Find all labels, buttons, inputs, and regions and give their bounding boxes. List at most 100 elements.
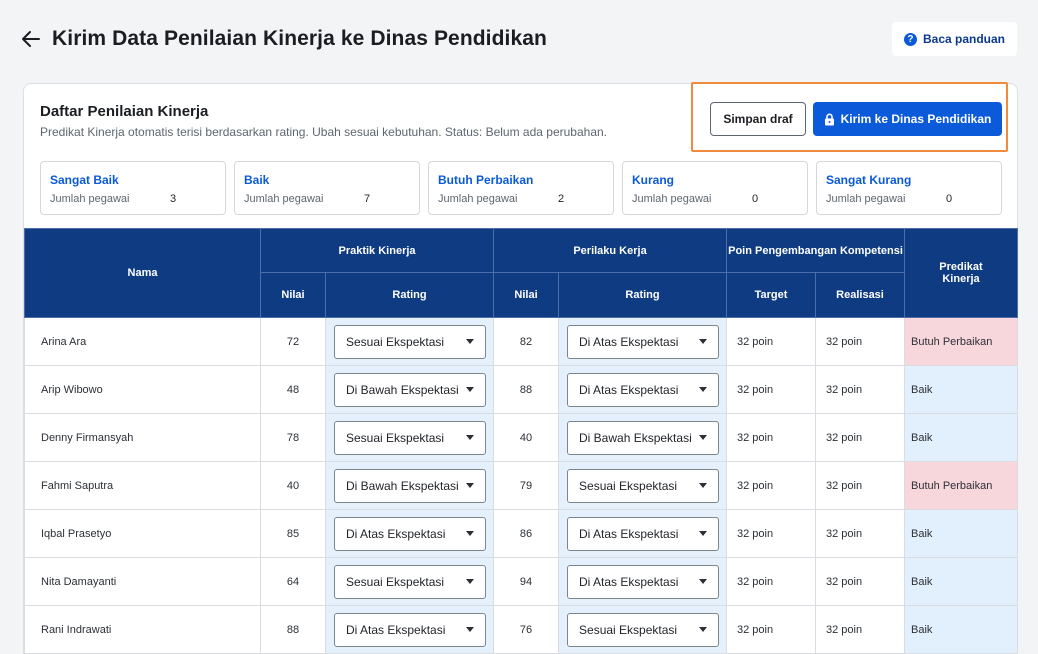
arrow-left-icon (22, 31, 40, 47)
page-title: Kirim Data Penilaian Kinerja ke Dinas Pe… (52, 27, 547, 50)
nilai-perilaku: 94 (493, 557, 560, 606)
read-guide-button[interactable]: ? Baca panduan (892, 22, 1017, 56)
summary-count: 0 (752, 193, 759, 205)
rating-praktik-select[interactable]: Di Bawah Ekspektasi (334, 372, 486, 407)
rating-praktik-select[interactable]: Sesuai Ekspektasi (334, 564, 486, 599)
poin-target: 32 poin (726, 461, 817, 510)
chevron-down-icon (466, 531, 474, 536)
nilai-perilaku: 82 (493, 317, 560, 366)
chevron-down-icon (466, 387, 474, 392)
table-row: Arip Wibowo 48 Di Bawah Ekspektasi 88 Di Ata… (24, 365, 1019, 414)
rating-praktik-value: Sesuai Ekspektasi (346, 430, 445, 445)
rating-praktik-select[interactable]: Di Bawah Ekspektasi (334, 468, 486, 503)
nilai-perilaku: 88 (493, 365, 560, 414)
employee-name: Nita Damayanti (24, 557, 261, 606)
rating-perilaku-value: Di Atas Ekspektasi (579, 334, 679, 349)
table-body: Arina Ara 72 Sesuai Ekspektasi 82 Di Atas Ek… (24, 317, 1019, 654)
nilai-praktik: 72 (260, 317, 326, 366)
summary-count: 0 (946, 193, 953, 205)
rating-praktik-value: Di Atas Ekspektasi (346, 622, 446, 637)
poin-target: 32 poin (726, 557, 817, 606)
rating-praktik-value: Sesuai Ekspektasi (346, 334, 445, 349)
save-draft-button[interactable]: Simpan draf (710, 102, 806, 136)
predikat-kinerja: Baik (904, 605, 1019, 654)
col-realisasi: Realisasi (815, 272, 906, 318)
poin-target: 32 poin (726, 365, 817, 414)
employee-name: Denny Firmansyah (24, 413, 261, 462)
send-to-dinas-button[interactable]: Kirim ke Dinas Pendidikan (813, 102, 1002, 136)
col-target: Target (726, 272, 817, 318)
rating-perilaku-select[interactable]: Di Bawah Ekspektasi (567, 420, 720, 455)
nilai-perilaku: 79 (493, 461, 560, 510)
rating-perilaku-value: Sesuai Ekspektasi (579, 478, 678, 493)
rating-perilaku-select[interactable]: Di Atas Ekspektasi (567, 372, 720, 407)
chevron-down-icon (699, 627, 708, 632)
rating-perilaku-select[interactable]: Sesuai Ekspektasi (567, 468, 720, 503)
table-row: Arina Ara 72 Sesuai Ekspektasi 82 Di Atas Ek… (24, 317, 1019, 366)
summary-label: Sangat Baik (50, 173, 119, 187)
rating-perilaku-cell: Di Atas Ekspektasi (558, 557, 728, 606)
rating-praktik-value: Di Bawah Ekspektasi (346, 382, 459, 397)
col-praktik-kinerja: Praktik Kinerja (259, 228, 495, 273)
rating-perilaku-cell: Sesuai Ekspektasi (558, 605, 728, 654)
nilai-perilaku: 86 (493, 509, 560, 558)
back-button[interactable] (18, 26, 44, 52)
summary-count: 7 (364, 193, 371, 205)
rating-praktik-value: Sesuai Ekspektasi (346, 574, 445, 589)
rating-praktik-select[interactable]: Sesuai Ekspektasi (334, 324, 486, 359)
table-row: Denny Firmansyah 78 Sesuai Ekspektasi 40 Di … (24, 413, 1019, 462)
summary-caption: Jumlah pegawai (438, 193, 518, 205)
employee-name: Arina Ara (24, 317, 261, 366)
rating-perilaku-cell: Di Atas Ekspektasi (558, 317, 728, 366)
predikat-kinerja: Baik (904, 509, 1019, 558)
summary-caption: Jumlah pegawai (632, 193, 712, 205)
col-rating-perilaku: Rating (558, 272, 728, 318)
rating-perilaku-select[interactable]: Di Atas Ekspektasi (567, 516, 720, 551)
employee-name: Iqbal Prasetyo (24, 509, 261, 558)
rating-perilaku-cell: Di Atas Ekspektasi (558, 509, 728, 558)
rating-perilaku-cell: Sesuai Ekspektasi (558, 461, 728, 510)
nilai-praktik: 78 (260, 413, 326, 462)
rating-praktik-select[interactable]: Di Atas Ekspektasi (334, 612, 486, 647)
performance-table-wrapper: Nama Praktik Kinerja Perilaku Kerja Poin… (24, 228, 1019, 654)
chevron-down-icon (699, 387, 708, 392)
chevron-down-icon (699, 339, 708, 344)
poin-realisasi: 32 poin (815, 557, 906, 606)
predikat-kinerja: Butuh Perbaikan (904, 461, 1019, 510)
predikat-kinerja: Baik (904, 557, 1019, 606)
col-rating-praktik: Rating (324, 272, 495, 318)
summary-row: Sangat Baik Jumlah pegawai 3 Baik Jumlah… (40, 161, 1003, 215)
summary-caption: Jumlah pegawai (244, 193, 324, 205)
chevron-down-icon (466, 627, 474, 632)
employee-name: Arip Wibowo (24, 365, 261, 414)
nilai-praktik: 88 (260, 605, 326, 654)
rating-perilaku-select[interactable]: Di Atas Ekspektasi (567, 564, 720, 599)
summary-caption: Jumlah pegawai (826, 193, 906, 205)
summary-label: Baik (244, 173, 270, 187)
chevron-down-icon (699, 435, 708, 440)
predikat-kinerja: Baik (904, 413, 1019, 462)
col-nama: Nama (24, 228, 261, 318)
send-label: Kirim ke Dinas Pendidikan (840, 112, 992, 126)
employee-name: Fahmi Saputra (24, 461, 261, 510)
rating-perilaku-select[interactable]: Sesuai Ekspektasi (567, 612, 720, 647)
poin-realisasi: 32 poin (815, 317, 906, 366)
summary-butuh-perbaikan: Butuh Perbaikan Jumlah pegawai 2 (428, 161, 614, 215)
rating-praktik-value: Di Atas Ekspektasi (346, 526, 446, 541)
summary-baik: Baik Jumlah pegawai 7 (234, 161, 420, 215)
rating-perilaku-value: Di Atas Ekspektasi (579, 382, 679, 397)
table-row: Rani Indrawati 88 Di Atas Ekspektasi 76 Sesu… (24, 605, 1019, 654)
rating-praktik-select[interactable]: Di Atas Ekspektasi (334, 516, 486, 551)
poin-target: 32 poin (726, 605, 817, 654)
summary-sangat-baik: Sangat Baik Jumlah pegawai 3 (40, 161, 226, 215)
chevron-down-icon (466, 483, 474, 488)
poin-target: 32 poin (726, 509, 817, 558)
poin-realisasi: 32 poin (815, 413, 906, 462)
rating-praktik-select[interactable]: Sesuai Ekspektasi (334, 420, 486, 455)
col-perilaku-kerja: Perilaku Kerja (493, 228, 728, 273)
chevron-down-icon (466, 579, 474, 584)
predikat-kinerja: Butuh Perbaikan (904, 317, 1019, 366)
nilai-praktik: 64 (260, 557, 326, 606)
rating-perilaku-select[interactable]: Di Atas Ekspektasi (567, 324, 720, 359)
rating-praktik-cell: Di Bawah Ekspektasi (324, 365, 495, 414)
